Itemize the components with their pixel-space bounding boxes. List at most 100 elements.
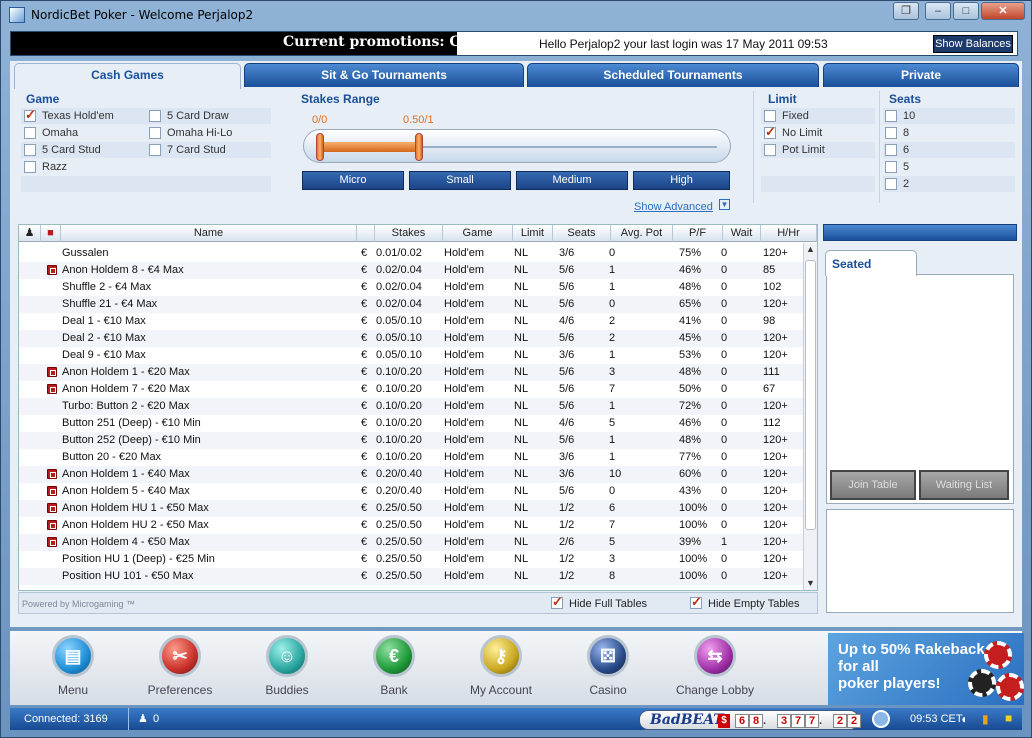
game-omaha-checkbox[interactable] xyxy=(24,127,36,139)
game-texas-holdem-checkbox[interactable] xyxy=(24,107,36,123)
game-5-card-draw-checkbox[interactable] xyxy=(149,110,161,122)
tab-cash-games[interactable]: Cash Games xyxy=(14,63,241,89)
stakes-slider-range xyxy=(319,142,419,152)
table-row[interactable]: Button 252 (Deep) - €10 Min €0.10/0.20 Hol… xyxy=(19,432,803,449)
seats-10-checkbox[interactable] xyxy=(885,110,897,122)
seats-5-checkbox[interactable] xyxy=(885,161,897,173)
table-row[interactable]: Button 251 (Deep) - €10 Min €0.10/0.20 Hol… xyxy=(19,415,803,432)
bank-button[interactable]: € Bank xyxy=(351,633,437,703)
table-row[interactable]: Anon Holdem 7 - €20 Max €0.10/0.20 Hold'em… xyxy=(19,381,803,398)
tab-seated[interactable]: Seated xyxy=(825,250,917,276)
preferences-button[interactable]: ✂ Preferences xyxy=(137,633,223,703)
table-cell-stakes: 0.05/0.10 xyxy=(376,315,422,327)
game-razz-checkbox[interactable] xyxy=(24,161,36,173)
casino-button[interactable]: ⚄ Casino xyxy=(565,633,651,703)
menu-button[interactable]: ▤ Menu xyxy=(30,633,116,703)
stakes-slider-max-handle[interactable] xyxy=(415,133,423,161)
table-row[interactable]: Position HU 101 - €50 Max €0.25/0.50 Hold'… xyxy=(19,568,803,585)
table-row[interactable]: Button 20 - €20 Max €0.10/0.20 Hold'em NL 3/… xyxy=(19,449,803,466)
column-limit[interactable]: Limit xyxy=(513,225,553,242)
change-lobby-button[interactable]: ⇆ Change Lobby xyxy=(672,633,758,703)
stakes-slider-min-handle[interactable] xyxy=(316,133,324,161)
hide-full-tables-checkbox[interactable] xyxy=(551,594,563,610)
hide-empty-tables-checkbox[interactable] xyxy=(690,594,702,610)
minimize-button[interactable]: – xyxy=(925,2,951,20)
table-row[interactable]: Deal 9 - €10 Max €0.05/0.10 Hold'em NL 3/6 1 5… xyxy=(19,347,803,364)
close-button[interactable]: ✕ xyxy=(981,2,1025,20)
column-stakes[interactable]: Stakes xyxy=(375,225,443,242)
table-cell-pf: 60% xyxy=(679,468,702,480)
table-name-cell: Anon Holdem 4 - €50 Max xyxy=(62,536,190,548)
seats-8-checkbox[interactable] xyxy=(885,127,897,139)
sound-icon[interactable]: ◖ xyxy=(960,712,967,726)
stakes-high-button[interactable]: High xyxy=(633,171,730,190)
seats-2-label: 2 xyxy=(903,178,910,190)
jackpot-digit: 2 xyxy=(833,714,847,728)
anonymous-table-lock-icon xyxy=(47,503,57,513)
rakeback-ad-banner[interactable]: Up to 50% Rakeback for all poker players… xyxy=(828,633,1024,705)
table-row[interactable]: Anon Holdem 5 - €40 Max €0.20/0.40 Hold'em… xyxy=(19,483,803,500)
expand-advanced-icon[interactable]: ▼ xyxy=(719,199,730,210)
table-cell-avgpot: 1 xyxy=(609,451,616,463)
column-hhr[interactable]: H/Hr xyxy=(761,225,817,242)
limit-no-limit-checkbox[interactable] xyxy=(764,124,776,140)
maximize-button[interactable]: □ xyxy=(953,2,979,20)
my-account-button[interactable]: ⚷ My Account xyxy=(458,633,544,703)
table-row[interactable]: Shuffle 21 - €4 Max €0.02/0.04 Hold'em NL 5/… xyxy=(19,296,803,313)
table-cell-pf: 39% xyxy=(679,536,702,548)
column-pf[interactable]: P/F xyxy=(673,225,723,242)
table-row[interactable]: Anon Holdem HU 2 - €50 Max €0.25/0.50 Hold… xyxy=(19,517,803,534)
table-row[interactable]: Anon Holdem 1 - €20 Max €0.10/0.20 Hold'em… xyxy=(19,364,803,381)
limit-pot-limit-checkbox[interactable] xyxy=(764,144,776,156)
table-cell-cur: € xyxy=(361,349,368,361)
game-omaha-hilo-checkbox[interactable] xyxy=(149,127,161,139)
table-scrollbar[interactable]: ▲ ▼ xyxy=(803,243,817,590)
show-balances-button[interactable]: Show Balances xyxy=(933,35,1013,53)
scroll-down-icon[interactable]: ▼ xyxy=(804,577,817,590)
column-wait[interactable]: Wait xyxy=(723,225,761,242)
table-row[interactable]: Shuffle 2 - €4 Max €0.02/0.04 Hold'em NL 5/6… xyxy=(19,279,803,296)
table-cell-stakes: 0.10/0.20 xyxy=(376,417,422,429)
promotions-ticker[interactable]: Current promotions: Cash + xyxy=(11,32,457,55)
table-cell-stakes: 0.10/0.20 xyxy=(376,366,422,378)
stakes-micro-button[interactable]: Micro xyxy=(302,171,404,190)
waiting-list-button[interactable]: Waiting List xyxy=(919,470,1009,500)
table-row[interactable]: Gussalen €0.01/0.02 Hold'em NL 3/6 0 75% 0 120+ xyxy=(19,245,803,262)
table-cell-avgpot: 10 xyxy=(609,468,622,480)
buddies-button[interactable]: ☺ Buddies xyxy=(244,633,330,703)
game-7-card-stud-checkbox[interactable] xyxy=(149,144,161,156)
seats-2-checkbox[interactable] xyxy=(885,178,897,190)
limit-fixed-checkbox[interactable] xyxy=(764,110,776,122)
table-row[interactable]: Anon Holdem 4 - €50 Max €0.25/0.50 Hold'em… xyxy=(19,534,803,551)
show-advanced-link[interactable]: Show Advanced xyxy=(634,201,713,213)
column-game[interactable]: Game xyxy=(443,225,513,242)
scroll-thumb[interactable] xyxy=(805,260,816,530)
column-avg-pot[interactable]: Avg. Pot xyxy=(611,225,673,242)
tab-scheduled-tournaments[interactable]: Scheduled Tournaments xyxy=(527,63,819,87)
table-row[interactable]: Turbo: Button 2 - €20 Max €0.10/0.20 Hold'… xyxy=(19,398,803,415)
tab-sit-and-go[interactable]: Sit & Go Tournaments xyxy=(244,63,524,87)
table-row[interactable]: Position HU 1 (Deep) - €25 Min €0.25/0.50… xyxy=(19,551,803,568)
column-seats[interactable]: Seats xyxy=(553,225,611,242)
table-row[interactable]: Deal 1 - €10 Max €0.05/0.10 Hold'em NL 4/6 2 4… xyxy=(19,313,803,330)
limit-fixed-label: Fixed xyxy=(782,110,809,122)
lock-column-icon[interactable]: ■ xyxy=(41,225,61,242)
table-row[interactable]: Anon Holdem 8 - €4 Max €0.02/0.04 Hold'em N… xyxy=(19,262,803,279)
badbeat-logo: BadBEAT xyxy=(650,712,724,728)
join-table-button[interactable]: Join Table xyxy=(830,470,916,500)
table-cell-cur: € xyxy=(361,332,368,344)
scroll-up-icon[interactable]: ▲ xyxy=(804,243,817,256)
table-row[interactable]: Anon Holdem 1 - €40 Max €0.20/0.40 Hold'em… xyxy=(19,466,803,483)
table-row[interactable]: Deal 2 - €10 Max €0.05/0.10 Hold'em NL 5/6 2 4… xyxy=(19,330,803,347)
restore-icon[interactable]: ❐ xyxy=(893,2,919,20)
table-cell-avgpot: 2 xyxy=(609,315,616,327)
seats-6-checkbox[interactable] xyxy=(885,144,897,156)
stakes-medium-button[interactable]: Medium xyxy=(516,171,628,190)
game-5-card-stud-checkbox[interactable] xyxy=(24,144,36,156)
column-name[interactable]: Name xyxy=(61,225,357,242)
stakes-small-button[interactable]: Small xyxy=(409,171,511,190)
tab-private[interactable]: Private xyxy=(823,63,1019,87)
bad-beat-jackpot[interactable]: BadBEAT $ 68. 377. 22 xyxy=(639,710,861,730)
players-column-icon[interactable]: ♟ xyxy=(19,225,41,242)
table-row[interactable]: Anon Holdem HU 1 - €50 Max €0.25/0.50 Hold… xyxy=(19,500,803,517)
